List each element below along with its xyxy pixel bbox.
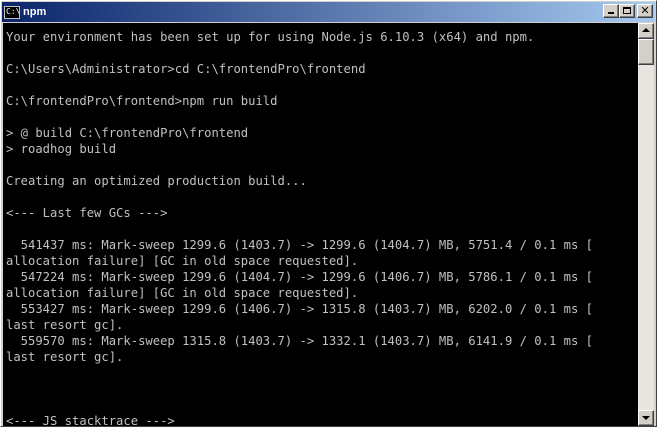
- console-line: 541437 ms: Mark-sweep 1299.6 (1403.7) ->…: [6, 238, 593, 252]
- console-line: last resort gc].: [6, 350, 124, 364]
- console-line: allocation failure] [GC in old space req…: [6, 286, 359, 300]
- scroll-thumb[interactable]: [638, 39, 654, 65]
- console-text: Your environment has been set up for usi…: [3, 23, 640, 426]
- window-controls: ✕: [603, 4, 653, 18]
- scroll-up-button[interactable]: [638, 23, 654, 39]
- console-line: C:\Users\Administrator>cd C:\frontendPro…: [6, 62, 366, 76]
- console-line: 553427 ms: Mark-sweep 1299.6 (1406.7) ->…: [6, 302, 593, 316]
- arrow-up-icon: [642, 28, 650, 32]
- console-line: last resort gc].: [6, 318, 124, 332]
- minimize-icon: [608, 12, 614, 14]
- arrow-down-icon: [642, 416, 650, 420]
- close-icon: ✕: [640, 4, 650, 17]
- console-line: > roadhog build: [6, 142, 117, 156]
- console-line: allocation failure] [GC in old space req…: [6, 254, 359, 268]
- close-button[interactable]: ✕: [637, 4, 653, 18]
- console-line: 547224 ms: Mark-sweep 1299.6 (1404.7) ->…: [6, 270, 593, 284]
- console-line: Creating an optimized production build..…: [6, 174, 307, 188]
- console-window: C:\ npm ✕ Your environment has been set …: [0, 0, 657, 427]
- console-line: Your environment has been set up for usi…: [6, 30, 535, 44]
- vertical-scrollbar[interactable]: [638, 23, 654, 426]
- console-line: <--- JS stacktrace --->: [6, 414, 175, 426]
- console-line: 559570 ms: Mark-sweep 1315.8 (1403.7) ->…: [6, 334, 593, 348]
- console-line: <--- Last few GCs --->: [6, 206, 168, 220]
- title-bar[interactable]: C:\ npm ✕: [2, 2, 655, 22]
- console-output[interactable]: Your environment has been set up for usi…: [3, 23, 640, 426]
- maximize-button[interactable]: [619, 4, 635, 18]
- maximize-icon: [623, 7, 631, 14]
- console-line: > @ build C:\frontendPro\frontend: [6, 126, 249, 140]
- scroll-down-button[interactable]: [638, 410, 654, 426]
- command-prompt-icon[interactable]: C:\: [4, 5, 20, 19]
- window-title: npm: [23, 6, 47, 18]
- console-line: C:\frontendPro\frontend>npm run build: [6, 94, 278, 108]
- minimize-button[interactable]: [603, 4, 619, 18]
